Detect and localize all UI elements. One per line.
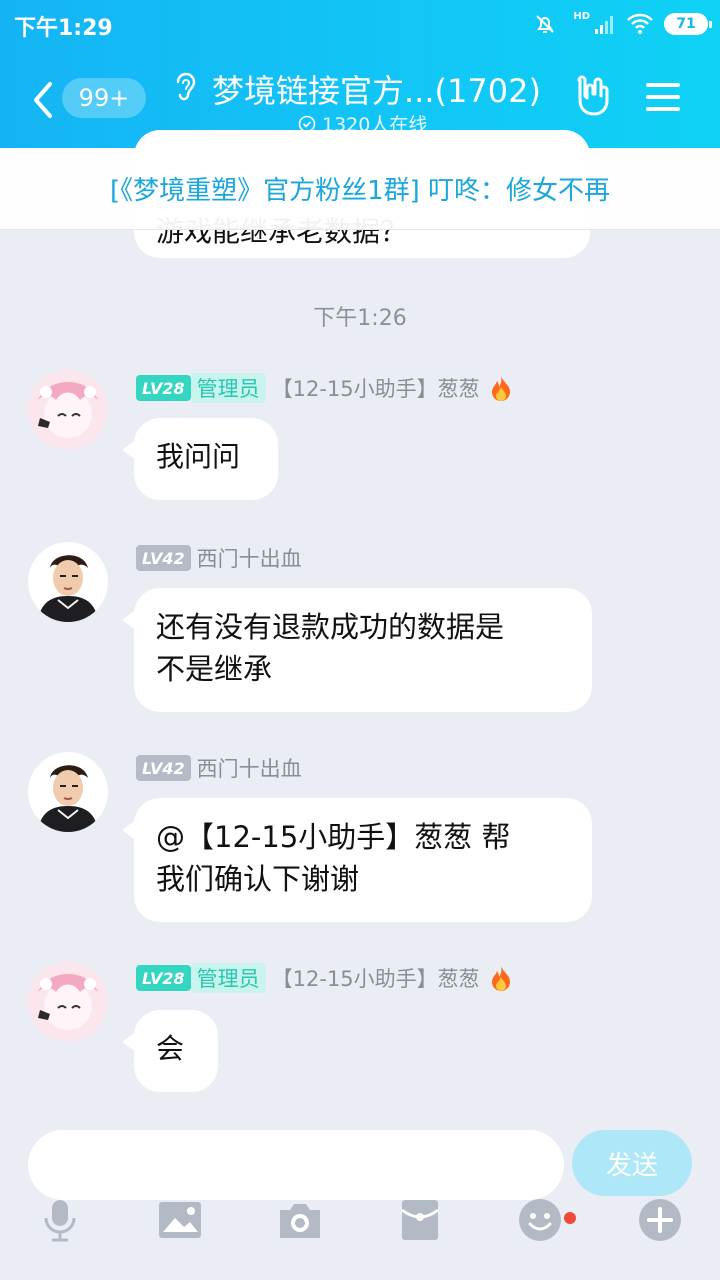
message-bubble[interactable]: 我问问 [122,418,278,500]
plus-icon[interactable] [638,1198,682,1242]
time-divider: 下午1:26 [313,306,407,331]
battery-level: 71 [676,16,696,32]
input-area: 发送 [0,1118,720,1280]
message-meta: LV28 管理员 【12-15小助手】葱葱 [136,372,512,404]
message-bubble[interactable]: 会 [122,1010,218,1092]
message-meta: LV42 西门十出血 [136,542,302,574]
hd-label: HD [573,10,590,22]
microphone-icon[interactable] [38,1198,82,1242]
rock-hand-icon[interactable] [572,74,614,118]
menu-icon[interactable] [644,80,682,114]
send-button[interactable]: 发送 [572,1130,692,1196]
sender-name[interactable]: 【12-15小助手】葱葱 [272,373,480,403]
avatar[interactable] [28,542,108,622]
fire-icon [491,966,510,991]
emoji-icon[interactable] [518,1198,562,1242]
sender-name[interactable]: 西门十出血 [197,753,302,783]
new-indicator-dot [564,1212,576,1224]
red-packet-icon[interactable] [398,1198,442,1242]
camera-icon[interactable] [278,1198,322,1242]
status-bar: 下午1:29 HD 71 [0,0,720,48]
level-badge: LV28 [136,965,191,991]
message-bubble[interactable]: 还有没有退款成功的数据是 不是继承 [122,588,592,712]
group-title[interactable]: 梦境链接官方...(1702) [212,66,541,112]
avatar[interactable] [28,370,108,450]
mute-bell-icon [536,15,555,33]
group-notice-banner[interactable]: [《梦境重塑》官方粉丝1群] 叮咚：修女不再 [0,148,720,230]
ear-icon[interactable] [172,70,200,104]
message-meta: LV28 管理员 【12-15小助手】葱葱 [136,962,512,994]
status-icons: HD 71 [533,10,712,38]
battery-indicator: 71 [664,13,712,35]
image-icon[interactable] [158,1198,202,1242]
chat-header: 下午1:29 HD 71 99+ 梦境链接官方...(1702) 1320人在线 [0,0,720,148]
avatar[interactable] [28,962,108,1042]
level-badge: LV42 [136,755,191,781]
admin-badge: 管理员 [190,373,266,403]
message-input[interactable] [28,1130,564,1200]
unread-count-badge[interactable]: 99+ [62,78,146,118]
status-time: 下午1:29 [14,16,113,41]
signal-icon [595,16,613,34]
sender-name[interactable]: 【12-15小助手】葱葱 [272,963,480,993]
wifi-icon [627,13,653,34]
message-text-line: 我们确认下谢谢 [156,862,360,896]
level-badge: LV42 [136,545,191,571]
back-icon[interactable] [28,80,56,120]
admin-badge: 管理员 [190,963,266,993]
sender-name[interactable]: 西门十出血 [197,543,302,573]
avatar[interactable] [28,752,108,832]
message-bubble[interactable]: @【12-15小助手】葱葱 帮 我们确认下谢谢 [122,798,592,922]
level-badge: LV28 [136,375,191,401]
message-text-line: 不是继承 [156,652,273,686]
message-text-line: 还有没有退款成功的数据是 [156,610,505,644]
fire-icon [491,376,510,401]
message-meta: LV42 西门十出血 [136,752,302,784]
message-text-line: @【12-15小助手】葱葱 帮 [156,820,511,854]
